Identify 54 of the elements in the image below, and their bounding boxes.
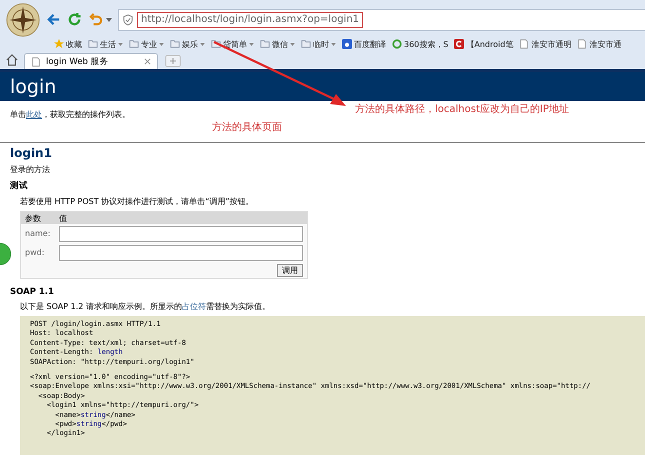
bookmark-item[interactable]: 【Android笔 [454,38,514,50]
back-icon[interactable] [46,12,61,27]
new-tab-icon[interactable] [164,55,182,67]
home-icon[interactable] [6,54,18,66]
undo-icon[interactable] [88,12,103,27]
bookmark-item[interactable]: 收藏 [54,38,82,50]
placeholder-link[interactable]: 占位符 [182,302,206,311]
input-field[interactable] [59,226,303,242]
page-icon [519,39,530,49]
here-link[interactable]: 此处 [26,110,42,119]
bookmark-item[interactable]: 专业 [129,38,164,50]
intro-text: 单击此处，获取完整的操作列表。 [10,109,130,120]
bookmark-item[interactable]: 生活 [88,38,123,50]
caret-icon[interactable] [106,18,112,22]
bookmark-item[interactable]: 微信 [260,38,295,50]
bookmark-item[interactable]: 临时 [301,38,336,50]
method-title: login1 [10,146,53,160]
bookmark-item[interactable]: 淮安市通 [577,38,622,50]
page-icon [577,39,588,49]
page-icon [31,56,41,66]
refresh-icon[interactable] [67,12,82,27]
test-instructions: 若要使用 HTTP POST 协议对操作进行测试，请单击“调用”按钮。 [20,196,254,207]
bookmark-item[interactable]: 360搜索，S [392,38,448,50]
param-label: pwd: [24,248,46,257]
url-text: http://localhost/login/login.asmx?op=login1 [137,12,364,28]
test-heading: 测试 [10,180,29,192]
star-icon [54,39,64,49]
folder-icon [260,39,270,49]
input-field[interactable] [59,244,303,260]
browser-tab[interactable]: login Web 服务 [24,53,158,69]
column-header: 参数 [24,212,42,224]
shield-icon [123,14,133,26]
page-title: login [10,76,56,98]
param-label: name: [24,229,52,238]
folder-icon [129,39,139,49]
folder-icon [170,39,180,49]
method-description: 登录的方法 [10,164,50,175]
soap-heading: SOAP 1.1 [10,287,55,297]
invoke-button[interactable]: 调用 [277,264,303,276]
address-bar[interactable]: http://localhost/login/login.asmx?op=login1 [118,8,645,30]
column-header: 值 [59,212,67,224]
folder-icon [88,39,98,49]
annotation-text: 方法的具体页面 [212,122,282,134]
soap-description: 以下是 SOAP 1.2 请求和响应示例。所显示的占位符需替换为实际值。 [19,301,270,312]
compass-logo-icon[interactable] [6,2,40,36]
folder-icon [301,39,311,49]
bookmark-item[interactable]: 娱乐 [170,38,205,50]
annotation-text: 方法的具体路径，localhost应改为自己的IP地址 [355,104,569,116]
ring-icon [392,39,402,49]
bookmark-item[interactable]: 百度翻译 [342,38,386,50]
c-logo-icon [454,39,464,49]
close-icon[interactable] [144,58,151,65]
paw-icon [342,39,352,49]
bookmark-item[interactable]: 淮安市通明 [519,38,572,50]
